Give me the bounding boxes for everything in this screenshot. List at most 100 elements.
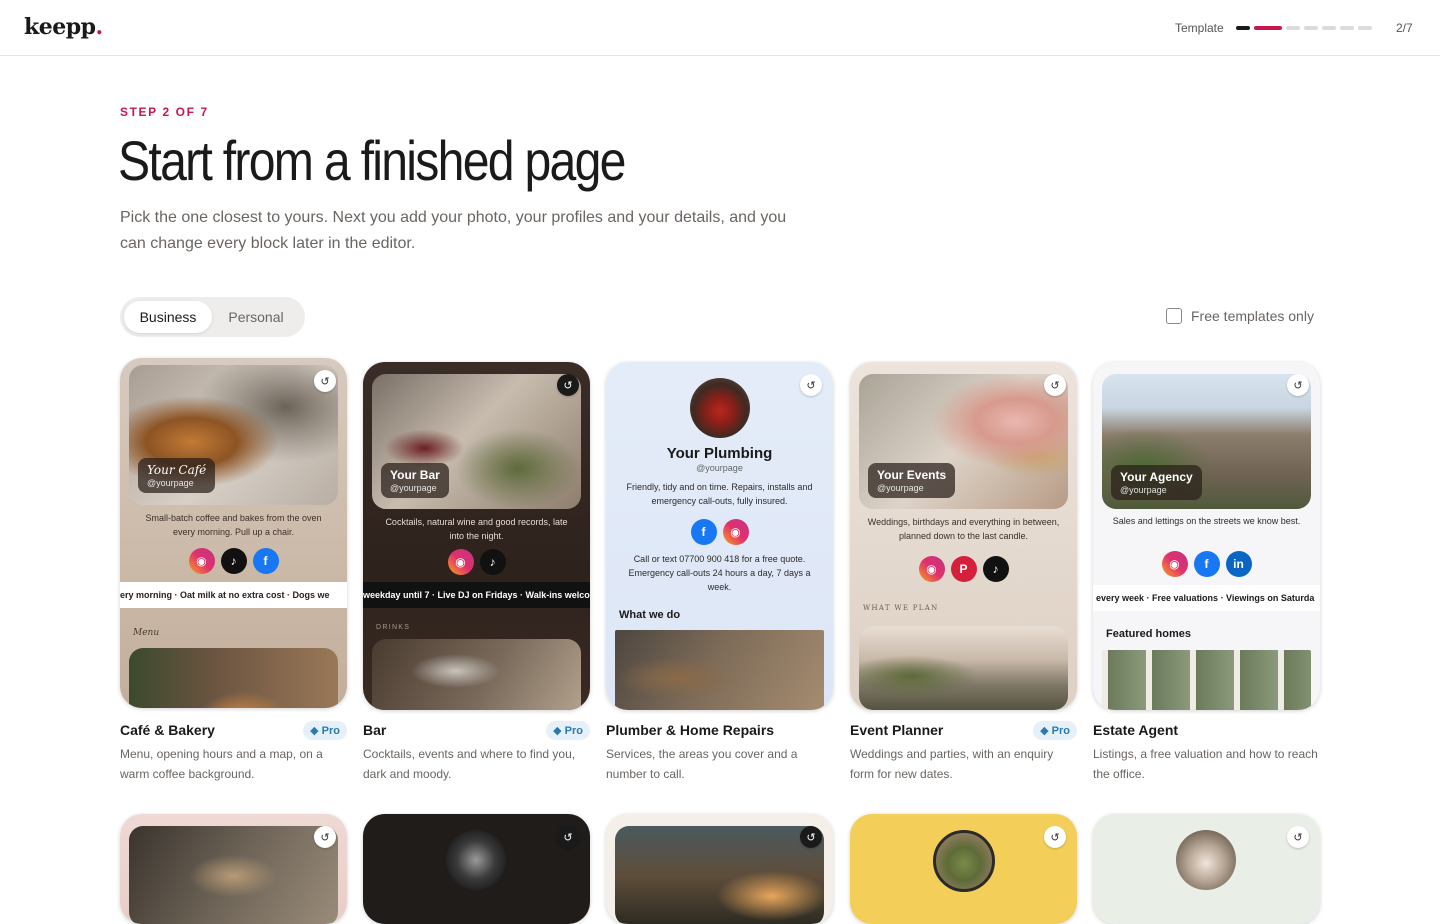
template-description: Services, the areas you cover and a numb…: [606, 747, 798, 781]
template-title: Event Planner: [850, 722, 944, 738]
facebook-icon: f: [690, 519, 717, 545]
tiktok-icon: ♪: [982, 556, 1009, 582]
section-label: DRINKS: [376, 624, 411, 631]
logo[interactable]: keepp.: [24, 14, 103, 40]
pro-badge: ◆ Pro: [303, 721, 347, 740]
hero-image: [615, 826, 824, 924]
services-image: [615, 630, 824, 710]
ticker-bar: ery morning · Oat milk at no extra cost …: [120, 582, 347, 608]
progress-segment-3: [1286, 26, 1300, 30]
top-bar: keepp. Template 2/7: [0, 0, 1440, 56]
template-card-plumber[interactable]: ↺ Your Plumbing @yourpage Friendly, tidy…: [606, 362, 833, 781]
template-preview[interactable]: ↺ Your Café @yourpage Small-batch coffee…: [120, 358, 347, 708]
template-preview[interactable]: ↺ Your Bar @yourpage Cocktails, natural …: [363, 362, 590, 710]
section-heading: Featured homes: [1106, 628, 1191, 640]
page-title: Start from a finished page: [118, 129, 626, 192]
profile-bio: Cocktails, natural wine and good records…: [385, 517, 568, 541]
pro-badge: ◆ Pro: [546, 721, 590, 740]
step-progress-bar: [1236, 26, 1372, 30]
template-preview[interactable]: ↺ Your Events @yourpage Weddings, birthd…: [850, 362, 1077, 710]
template-title: Estate Agent: [1093, 722, 1179, 738]
avatar: [690, 378, 750, 438]
share-icon[interactable]: ↺: [557, 374, 579, 396]
tab-business[interactable]: Business: [124, 301, 212, 333]
page-subtitle: Pick the one closest to yours. Next you …: [120, 209, 787, 252]
free-templates-filter[interactable]: Free templates only: [1166, 308, 1314, 324]
step-count: 2/7: [1396, 21, 1413, 35]
template-title: Plumber & Home Repairs: [606, 722, 775, 738]
template-description: Listings, a free valuation and how to re…: [1093, 747, 1318, 781]
progress-segment-7: [1358, 26, 1372, 30]
social-links: ◉ P ♪: [850, 556, 1077, 582]
progress-segment-4: [1304, 26, 1318, 30]
profile-handle: @yourpage: [696, 463, 743, 473]
template-card-cabin[interactable]: ↺: [606, 814, 833, 924]
pinterest-icon: P: [950, 556, 977, 582]
facebook-icon: f: [1193, 551, 1220, 577]
profile-bio: Small-batch coffee and bakes from the ov…: [145, 513, 322, 537]
facebook-icon: f: [252, 548, 279, 574]
venue-image: [859, 626, 1068, 710]
template-card-estate-agent[interactable]: ↺ Your Agency @yourpage Sales and lettin…: [1093, 362, 1320, 781]
step-eyebrow: STEP 2 OF 7: [120, 105, 209, 119]
progress-segment-6: [1340, 26, 1354, 30]
share-icon[interactable]: ↺: [1044, 374, 1066, 396]
template-title: Bar: [363, 722, 387, 738]
share-icon[interactable]: ↺: [1044, 826, 1066, 848]
avatar: [446, 830, 506, 890]
share-icon[interactable]: ↺: [1287, 374, 1309, 396]
instagram-icon: ◉: [918, 556, 945, 582]
instagram-icon: ◉: [447, 549, 474, 575]
share-icon[interactable]: ↺: [314, 826, 336, 848]
contact-info: Call or text 07700 900 418 for a free qu…: [628, 554, 811, 592]
listing-image: [1102, 650, 1311, 710]
gem-icon: ◆: [1040, 725, 1049, 737]
profile-name-pill: Your Café @yourpage: [138, 458, 216, 493]
template-card-salon[interactable]: ↺: [120, 814, 347, 924]
free-templates-label: Free templates only: [1191, 308, 1314, 324]
tiktok-icon: ♪: [479, 549, 506, 575]
profile-name: Your Plumbing: [666, 445, 773, 462]
social-links: ◉ ♪ f: [120, 548, 347, 574]
template-card-cafe[interactable]: ↺ Your Café @yourpage Small-batch coffee…: [120, 358, 347, 781]
ticker-bar: weekday until 7 · Live DJ on Fridays · W…: [363, 582, 590, 608]
ticker-bar: every week · Free valuations · Viewings …: [1093, 585, 1320, 611]
share-icon[interactable]: ↺: [557, 826, 579, 848]
template-card-events[interactable]: ↺ Your Events @yourpage Weddings, birthd…: [850, 362, 1077, 781]
social-links: ◉ f in: [1093, 551, 1320, 577]
template-card-gym[interactable]: ↺: [363, 814, 590, 924]
profile-name-pill: Your Agency @yourpage: [1111, 465, 1202, 500]
template-preview[interactable]: ↺ Your Agency @yourpage Sales and lettin…: [1093, 362, 1320, 710]
section-label: WHAT WE PLAN: [863, 604, 939, 612]
template-preview[interactable]: ↺ Your Plumbing @yourpage Friendly, tidy…: [606, 362, 833, 710]
tab-personal[interactable]: Personal: [212, 301, 300, 333]
share-icon[interactable]: ↺: [800, 826, 822, 848]
category-toggle: Business Personal: [120, 297, 305, 337]
instagram-icon: ◉: [722, 519, 749, 545]
progress-label: Template: [1175, 21, 1224, 35]
pro-badge: ◆ Pro: [1033, 721, 1077, 740]
social-links: f ◉: [606, 519, 833, 545]
progress-segment-5: [1322, 26, 1336, 30]
template-title: Café & Bakery: [120, 722, 215, 738]
hero-image: [129, 826, 338, 924]
share-icon[interactable]: ↺: [314, 370, 336, 392]
share-icon[interactable]: ↺: [1287, 826, 1309, 848]
template-card-spa[interactable]: ↺: [1093, 814, 1320, 924]
profile-bio: Sales and lettings on the streets we kno…: [1112, 516, 1301, 526]
menu-image: [129, 648, 338, 708]
avatar: [1176, 830, 1236, 890]
avatar: [933, 830, 995, 892]
template-card-bar[interactable]: ↺ Your Bar @yourpage Cocktails, natural …: [363, 362, 590, 781]
instagram-icon: ◉: [1161, 551, 1188, 577]
template-card-garden[interactable]: ↺: [850, 814, 1077, 924]
social-links: ◉ ♪: [363, 549, 590, 575]
gem-icon: ◆: [553, 725, 562, 737]
progress-segment-2: [1254, 26, 1282, 30]
template-description: Cocktails, events and where to find you,…: [363, 747, 576, 781]
profile-bio: Friendly, tidy and on time. Repairs, ins…: [626, 482, 813, 506]
free-templates-checkbox[interactable]: [1166, 308, 1182, 324]
section-label: Menu: [133, 628, 160, 638]
share-icon[interactable]: ↺: [800, 374, 822, 396]
gem-icon: ◆: [310, 725, 319, 737]
